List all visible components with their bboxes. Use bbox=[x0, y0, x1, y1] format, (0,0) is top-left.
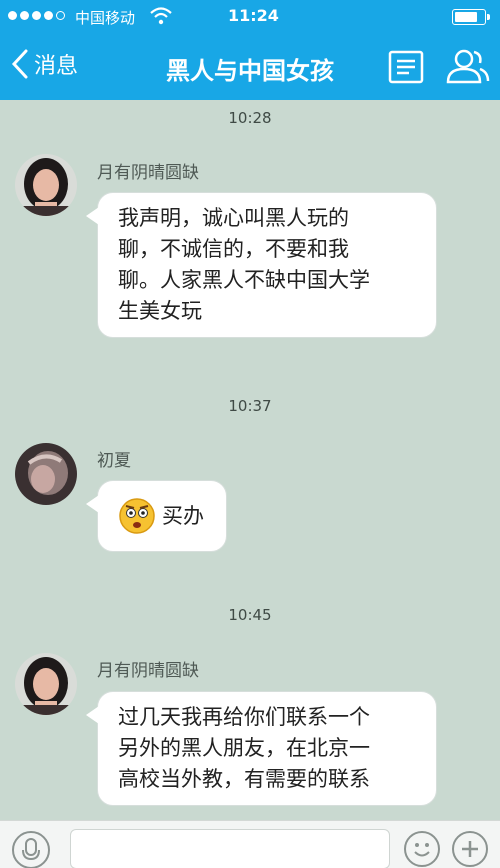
avatar[interactable] bbox=[15, 154, 77, 216]
group-profile-button[interactable] bbox=[444, 46, 490, 86]
sender-name: 月有阴晴圆缺 bbox=[97, 661, 199, 681]
message-text: 我声明，诚心叫黑人玩的 bbox=[118, 206, 349, 230]
input-bar bbox=[0, 820, 500, 868]
voice-input-button[interactable] bbox=[12, 831, 50, 868]
microphone-icon bbox=[22, 838, 40, 861]
message-text: 聊。人家黑人不缺中国大学 bbox=[118, 268, 370, 292]
battery-level bbox=[455, 12, 477, 22]
status-bar: 中国移动 11:24 bbox=[0, 0, 500, 34]
emoji-button[interactable] bbox=[404, 831, 440, 867]
avatar[interactable] bbox=[15, 653, 77, 715]
message-timestamp: 10:45 bbox=[228, 606, 272, 624]
more-options-button[interactable] bbox=[452, 831, 488, 867]
message-bubble[interactable]: 买办 bbox=[86, 480, 227, 552]
carrier-name: 中国移动 bbox=[75, 9, 136, 27]
message-timestamp: 10:37 bbox=[228, 397, 272, 415]
signal-strength-icon bbox=[8, 11, 65, 20]
message-bubble[interactable]: 我声明，诚心叫黑人玩的 聊，不诚信的，不要和我 聊。人家黑人不缺中国大学 生美女… bbox=[86, 192, 437, 338]
message-text: 买办 bbox=[162, 503, 204, 528]
message-text: 过几天我再给你们联系一个 bbox=[118, 705, 370, 729]
message-text: 另外的黑人朋友，在北京一 bbox=[118, 736, 370, 760]
group-members-icon bbox=[446, 49, 490, 84]
chat-area[interactable]: 10:28 月有阴晴圆缺 我声明，诚心叫黑人玩的 聊，不诚信的，不要和我 聊。人… bbox=[0, 100, 500, 820]
list-icon bbox=[388, 50, 424, 84]
wifi-icon bbox=[150, 7, 172, 29]
dizzy-face-emoji-icon bbox=[119, 498, 155, 534]
message-text: 高校当外教，有需要的联系 bbox=[118, 767, 370, 791]
chat-menu-button[interactable] bbox=[388, 50, 424, 84]
plus-icon bbox=[462, 841, 478, 857]
chat-title: 黑人与中国女孩 bbox=[166, 57, 334, 85]
message-bubble[interactable]: 过几天我再给你们联系一个 另外的黑人朋友，在北京一 高校当外教，有需要的联系 bbox=[86, 691, 437, 806]
status-time: 11:24 bbox=[228, 6, 279, 25]
message-timestamp: 10:28 bbox=[228, 109, 272, 127]
avatar[interactable] bbox=[15, 443, 77, 505]
sender-name: 月有阴晴圆缺 bbox=[97, 163, 199, 183]
sender-name: 初夏 bbox=[97, 451, 131, 471]
message-text: 聊，不诚信的，不要和我 bbox=[118, 237, 349, 261]
message-input[interactable] bbox=[70, 829, 390, 868]
message-text: 生美女玩 bbox=[118, 299, 202, 323]
smiley-icon bbox=[414, 843, 430, 857]
battery-icon bbox=[452, 9, 490, 25]
nav-bar: 消息 黑人与中国女孩 bbox=[0, 34, 500, 100]
